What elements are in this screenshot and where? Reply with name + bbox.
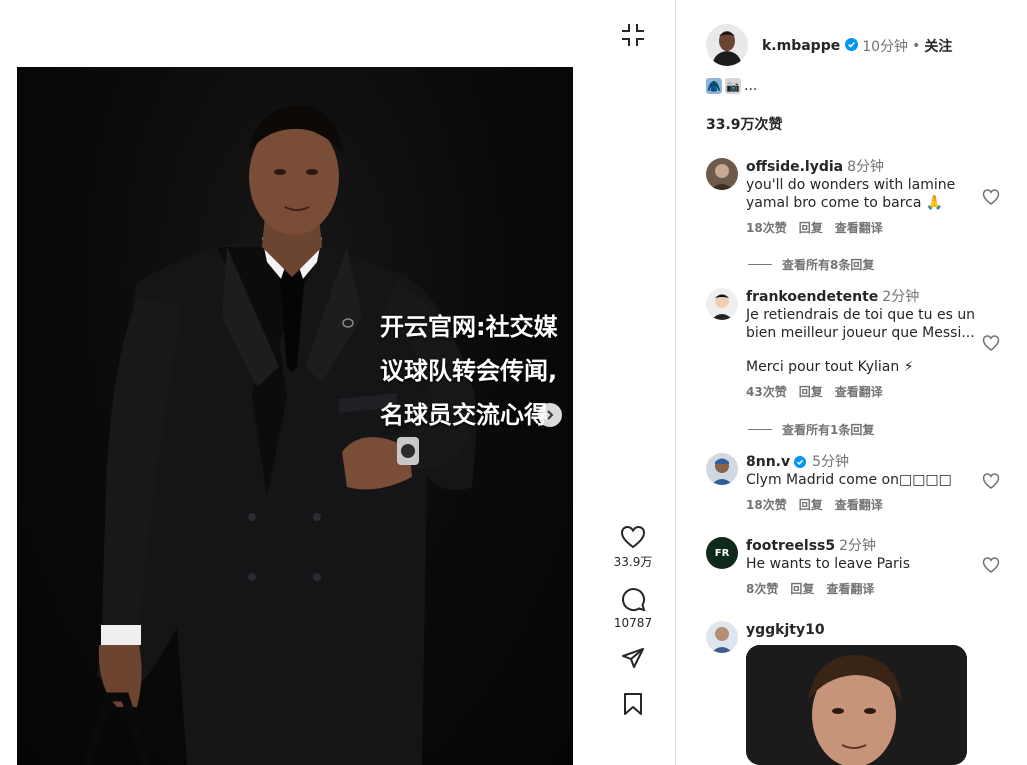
comment-body: frankoendetente 2分钟 Je retiendrais de toi… [746, 288, 978, 401]
commenter-avatar[interactable] [706, 288, 738, 320]
comment-likes[interactable]: 18次赞 [746, 221, 787, 235]
author-username[interactable]: k.mbappe [762, 38, 840, 54]
post-header: k.mbappe 10分钟 • 关注 [762, 36, 952, 56]
separator-dot: • [912, 38, 921, 54]
commenter-username[interactable]: yggkjty10 [746, 622, 825, 638]
reply-button[interactable]: 回复 [799, 498, 823, 512]
view-replies-label: 查看所有8条回复 [782, 258, 875, 272]
commenter-avatar[interactable] [706, 453, 738, 485]
comment-action[interactable]: 10787 [603, 586, 663, 630]
commenter-avatar[interactable]: FR [706, 537, 738, 569]
comment-extra-text: Merci pour tout Kylian ⚡ [746, 359, 914, 375]
heart-icon[interactable] [982, 334, 1000, 352]
comment-time: 8分钟 [847, 159, 885, 175]
comment-body: 8nn.v 5分钟 Clym Madrid come on□□□□ 18次赞 回复… [746, 453, 978, 514]
comment-time: 2分钟 [882, 289, 920, 305]
chevron-right-icon [547, 410, 554, 420]
next-image-button[interactable] [538, 403, 562, 427]
heart-icon[interactable] [982, 188, 1000, 206]
overlay-line-1: 开云官网:社交媒 [380, 313, 558, 341]
comment-text: you'll do wonders with lamine yamal bro … [746, 177, 956, 211]
comments-count: 10787 [613, 616, 653, 630]
comment-likes[interactable]: 43次赞 [746, 385, 787, 399]
translate-button[interactable]: 查看翻译 [835, 385, 883, 399]
translate-button[interactable]: 查看翻译 [835, 498, 883, 512]
comment-text: Je retiendrais de toi que tu es un bien … [746, 307, 976, 341]
post-time: 10分钟 [862, 39, 909, 55]
view-replies-button[interactable]: 查看所有1条回复 [748, 421, 874, 438]
comment-body: yggkjty10 [746, 621, 978, 639]
svg-text:FR: FR [715, 548, 730, 559]
overlay-line-2: 议球队转会传闻, [380, 357, 558, 385]
caption-ellipsis: ... [744, 78, 758, 94]
post-media-pane: 开云官网:社交媒 议球队转会传闻, 名球员交流心得 33.9万 10787 [0, 0, 675, 765]
post-caption: 🧥 📷 ... [706, 78, 757, 94]
comment-text: He wants to leave Paris [746, 556, 910, 572]
translate-button[interactable]: 查看翻译 [826, 582, 874, 596]
commenter-avatar[interactable] [706, 621, 738, 653]
comment-meta: 18次赞 回复 查看翻译 [746, 496, 978, 514]
commenter-username[interactable]: frankoendetente [746, 289, 878, 305]
post-actions: 33.9万 10787 [603, 525, 663, 716]
comment-item: yggkjty10 [706, 621, 1016, 765]
likes-count: 33.9万 [613, 555, 653, 569]
commenter-avatar[interactable] [706, 158, 738, 190]
author-avatar[interactable] [706, 24, 748, 66]
comment-icon[interactable] [620, 586, 646, 612]
heart-icon[interactable] [982, 556, 1000, 574]
comment-meta: 43次赞 回复 查看翻译 [746, 383, 978, 401]
overlay-line-3: 名球员交流心得 [380, 401, 548, 429]
view-replies-button[interactable]: 查看所有8条回复 [748, 256, 874, 273]
save-action[interactable] [603, 692, 663, 716]
commenter-username[interactable]: 8nn.v [746, 453, 790, 471]
share-action[interactable] [603, 646, 663, 670]
overlay-headline: 开云官网:社交媒 议球队转会传闻, 名球员交流心得 [380, 305, 558, 437]
heart-icon[interactable] [620, 525, 646, 549]
post-image: 开云官网:社交媒 议球队转会传闻, 名球员交流心得 [17, 67, 573, 765]
like-action[interactable]: 33.9万 [603, 525, 663, 570]
comment-meta: 8次赞 回复 查看翻译 [746, 580, 978, 598]
verified-badge-icon [794, 456, 807, 468]
comment-time: 2分钟 [839, 538, 877, 554]
comment-image[interactable] [746, 645, 967, 765]
reply-button[interactable]: 回复 [799, 385, 823, 399]
share-icon[interactable] [621, 646, 645, 670]
comment-likes[interactable]: 18次赞 [746, 498, 787, 512]
comment-body: offside.lydia 8分钟 you'll do wonders with … [746, 158, 978, 237]
commenter-username[interactable]: footreelss5 [746, 538, 835, 554]
caption-emoji-2: 📷 [725, 78, 741, 94]
comment-text: Clym Madrid come on□□□□ [746, 472, 952, 488]
verified-badge-icon [845, 37, 859, 55]
reply-button[interactable]: 回复 [799, 221, 823, 235]
reply-button[interactable]: 回复 [790, 582, 814, 596]
translate-button[interactable]: 查看翻译 [835, 221, 883, 235]
heart-icon[interactable] [982, 472, 1000, 490]
view-replies-label: 查看所有1条回复 [782, 423, 875, 437]
comment-likes[interactable]: 8次赞 [746, 582, 778, 596]
comment-time: 5分钟 [812, 454, 850, 470]
commenter-username[interactable]: offside.lydia [746, 159, 843, 175]
comment-body: footreelss5 2分钟 He wants to leave Paris 8… [746, 537, 978, 598]
comment-meta: 18次赞 回复 查看翻译 [746, 219, 978, 237]
likes-total[interactable]: 33.9万次赞 [706, 114, 783, 134]
bookmark-icon[interactable] [622, 692, 644, 716]
collapse-icon[interactable] [619, 21, 647, 49]
post-details-pane: k.mbappe 10分钟 • 关注 🧥 📷 ... 33.9万次赞 offsi… [676, 0, 1027, 765]
caption-emoji-1: 🧥 [706, 78, 722, 94]
follow-button[interactable]: 关注 [924, 36, 952, 56]
